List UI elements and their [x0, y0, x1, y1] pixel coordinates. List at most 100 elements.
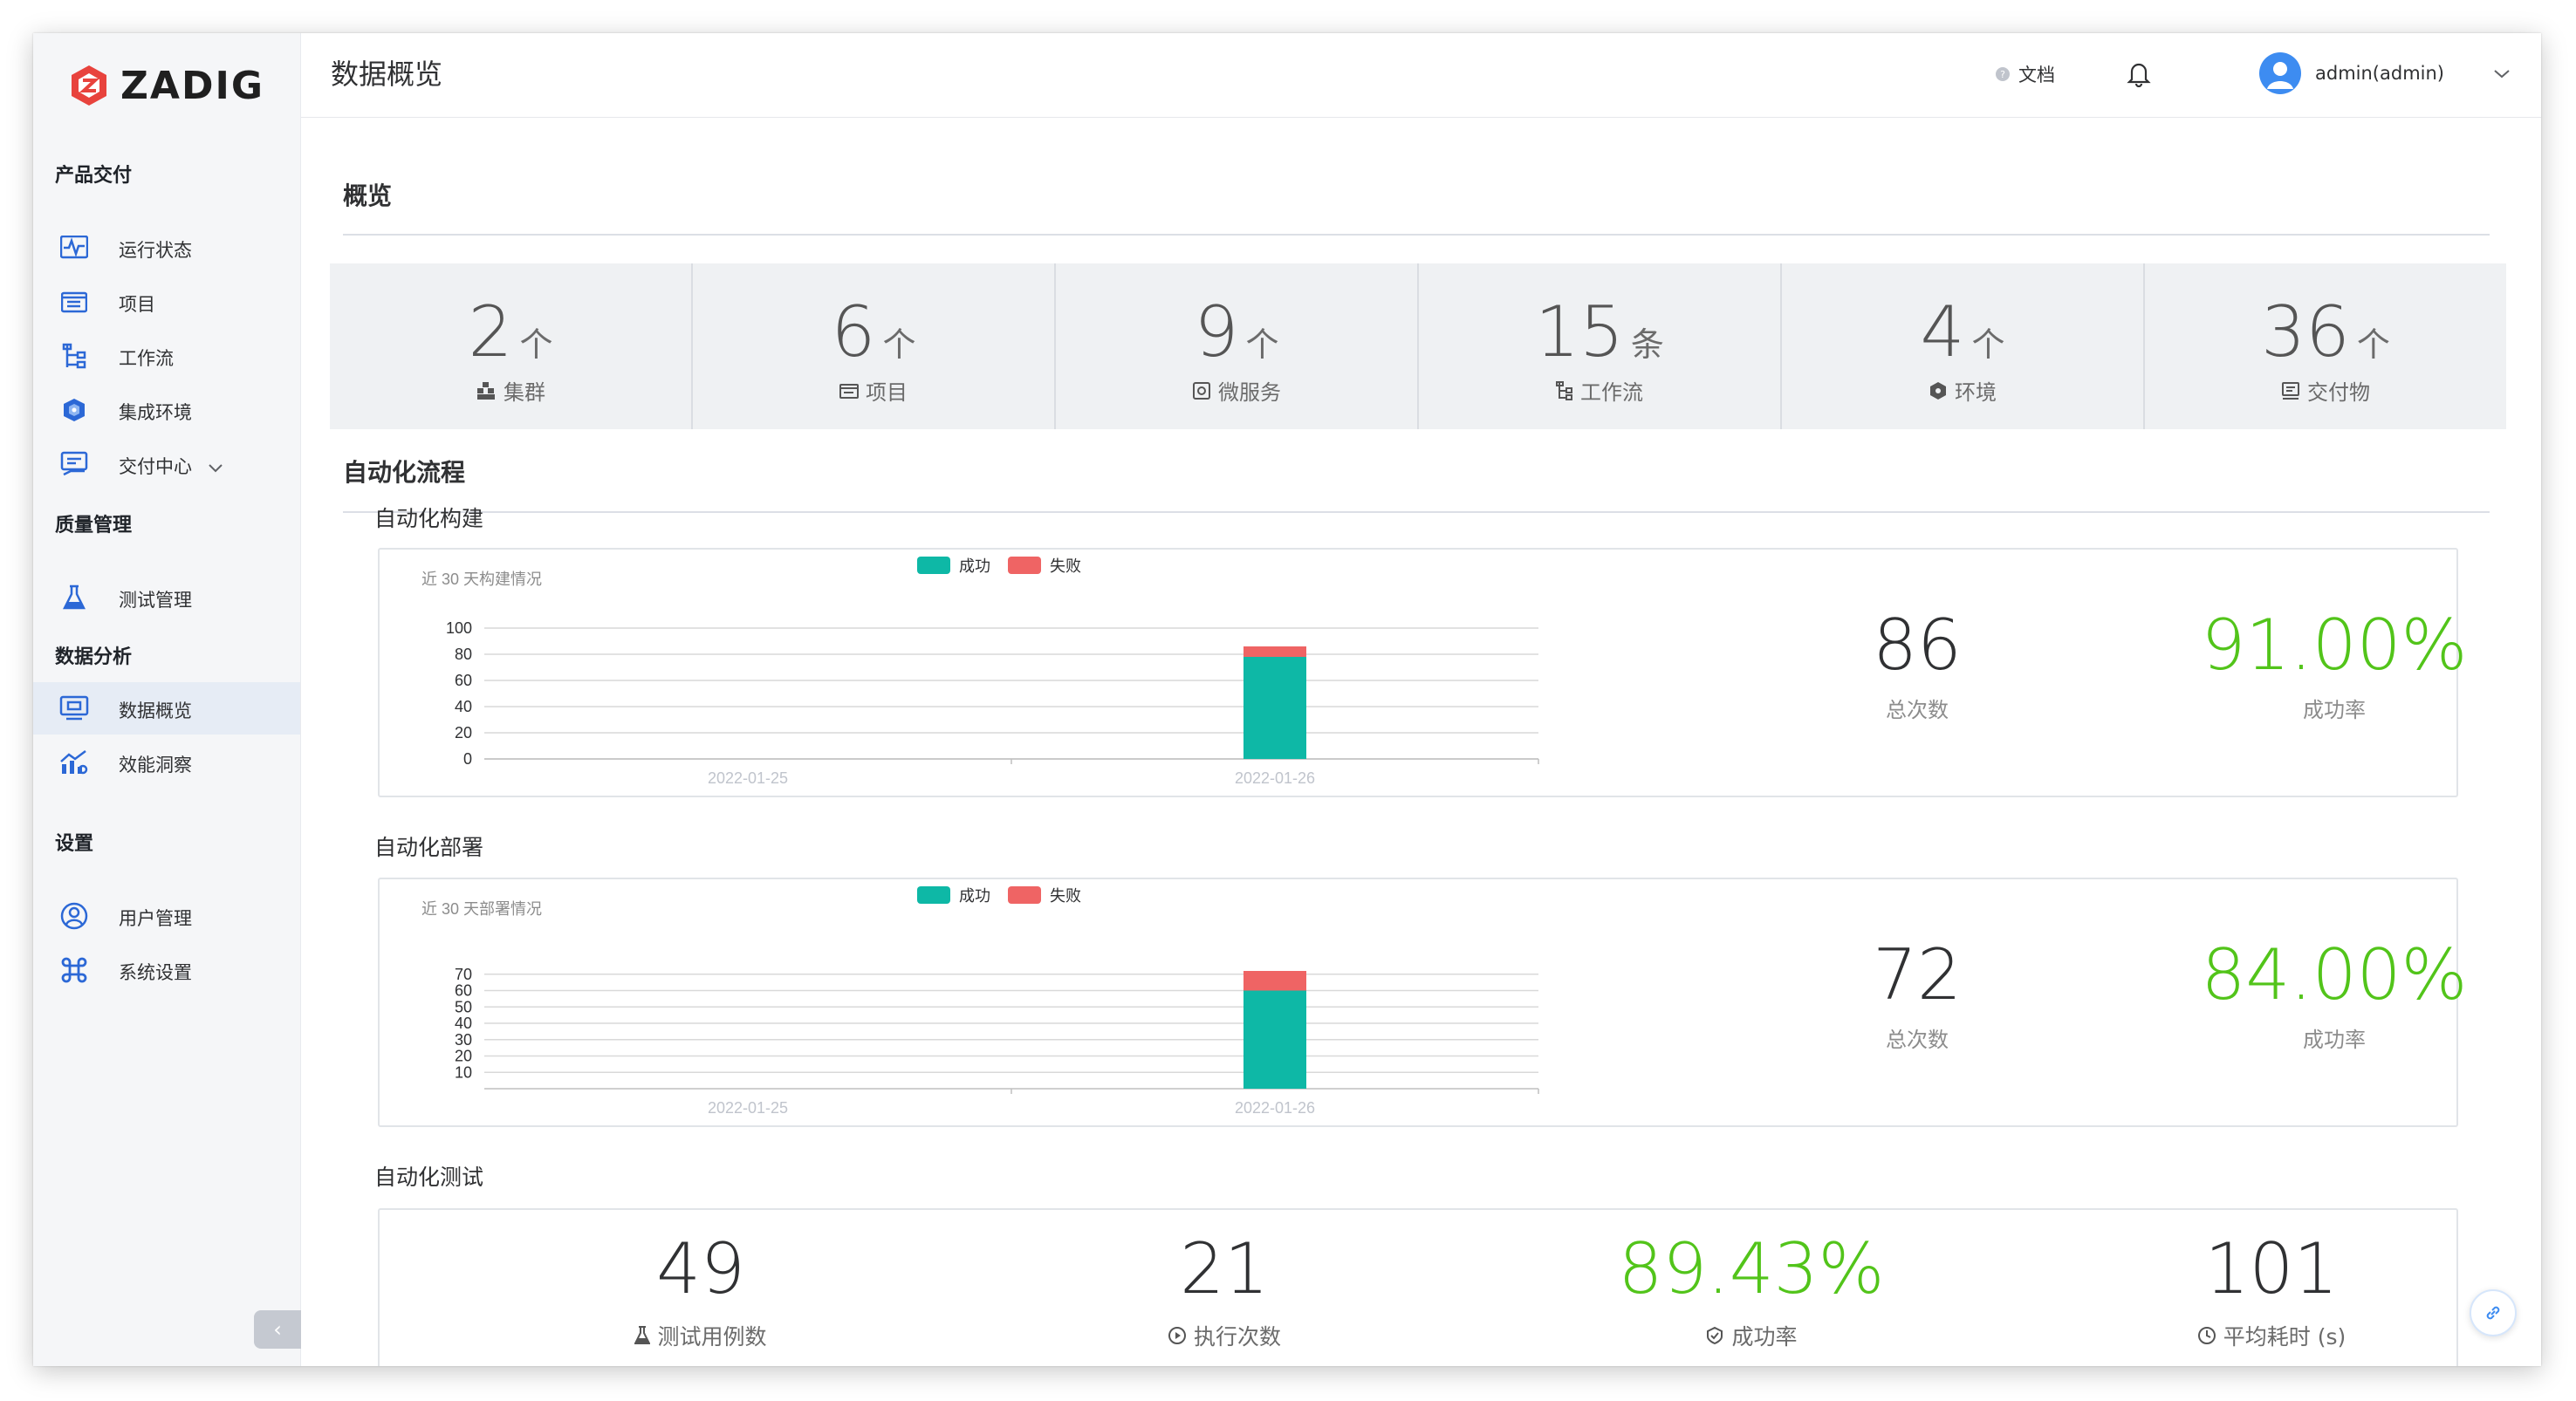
monitor-icon [59, 694, 89, 722]
x-tick-label: 2022-01-25 [708, 1099, 788, 1117]
bar-success [1243, 657, 1306, 759]
bar-failure [1243, 646, 1306, 657]
stat-label: 微服务 [1218, 380, 1281, 405]
sidebar: ZADIG 产品交付 运行状态 项目 工作流 集成环境 交付中心 质量管理 测试… [33, 33, 301, 1366]
deploy-chart: 近 30 天部署情况 成功 失败 10203040506070 2022-01-25 20… [421, 886, 1539, 1117]
main-content: 概览 2个 集群 6个 项目 9个 微服务 15 条 工作流 4 个 环境 36… [301, 118, 2541, 1366]
y-tick-label: 10 [455, 1063, 472, 1081]
deploy-total-kpi: 72 总次数 [1743, 940, 2092, 1053]
stat-unit: 个 [519, 325, 553, 364]
divider [343, 511, 2490, 513]
sidebar-item-workflow[interactable]: 工作流 [33, 330, 300, 382]
user-icon [59, 902, 89, 930]
chevron-down-icon [2493, 63, 2511, 84]
cluster-icon [477, 381, 495, 400]
stat-workflows[interactable]: 15 条 工作流 [1419, 263, 1782, 429]
nav-group-settings: 设置 [55, 833, 94, 855]
y-tick-label: 20 [455, 1048, 472, 1065]
chevron-left-icon: ‹ [273, 1317, 282, 1342]
test-avg-duration-kpi: 101 平均耗时 (s) [2088, 1234, 2455, 1351]
user-name: admin(admin) [2315, 63, 2444, 84]
sidebar-item-label: 系统设置 [119, 962, 192, 983]
stat-value: 6 [831, 291, 876, 372]
x-tick-label: 2022-01-26 [1235, 1099, 1315, 1117]
bell-icon[interactable] [2127, 59, 2151, 91]
kpi-label: 成功率 [2303, 1028, 2366, 1052]
stat-services[interactable]: 9个 微服务 [1056, 263, 1419, 429]
sidebar-item-delivery-center[interactable]: 交付中心 [33, 438, 300, 490]
bar-success [1243, 990, 1306, 1089]
stat-value: 36 [2261, 291, 2350, 372]
test-cases-kpi: 49 测试用例数 [517, 1234, 884, 1351]
stat-label: 集群 [504, 380, 545, 405]
kpi-label: 执行次数 [1193, 1324, 1281, 1350]
docs-link[interactable]: ? 文档 [1996, 61, 2055, 87]
sidebar-item-label: 数据概览 [119, 700, 192, 721]
link-float-button[interactable] [2470, 1289, 2517, 1336]
nav-group-quality: 质量管理 [55, 515, 133, 536]
legend-swatch [1008, 886, 1041, 904]
legend-swatch [917, 557, 950, 574]
sidebar-item-insight[interactable]: 效能洞察 [33, 736, 300, 789]
stat-value: 4 [1920, 291, 1965, 372]
delivery-icon [59, 450, 89, 478]
collapse-sidebar-button[interactable]: ‹ [254, 1310, 301, 1349]
artifact-icon [2282, 381, 2299, 400]
user-menu[interactable]: admin(admin) [2259, 52, 2511, 94]
kpi-value: 72 [1873, 934, 1962, 1015]
cube-icon [59, 396, 89, 424]
docs-label: 文档 [2018, 65, 2055, 85]
build-chart: 近 30 天构建情况 成功 失败 0 20 40 60 80 100 2022-01-25 2022… [421, 557, 1539, 787]
legend-label: 成功 [959, 887, 990, 905]
app-window: ZADIG 产品交付 运行状态 项目 工作流 集成环境 交付中心 质量管理 测试… [33, 33, 2541, 1366]
stat-unit: 个 [2356, 325, 2390, 364]
test-card: 49 测试用例数 21 执行次数 89.43% 成功率 101 平均耗时 (s) [378, 1208, 2458, 1366]
zadig-logo-icon [72, 65, 106, 106]
flask-icon [59, 584, 89, 612]
sidebar-item-system-settings[interactable]: 系统设置 [33, 944, 300, 996]
kpi-label: 总次数 [1886, 698, 1949, 722]
kpi-value: 89.43% [1618, 1228, 1885, 1309]
stat-unit: 个 [1971, 325, 2005, 364]
y-tick-label: 40 [455, 698, 472, 715]
pulse-icon [59, 234, 89, 262]
stat-projects[interactable]: 6个 项目 [693, 263, 1056, 429]
sidebar-item-label: 项目 [119, 294, 155, 315]
chevron-down-icon [208, 457, 223, 478]
overview-title: 概览 [343, 181, 393, 210]
flask-icon [634, 1326, 651, 1344]
stat-label: 环境 [1955, 380, 1997, 405]
stat-artifacts[interactable]: 36 个 交付物 [2145, 263, 2506, 429]
clock-icon [2197, 1327, 2216, 1344]
divider [343, 234, 2490, 236]
y-tick-label: 80 [455, 646, 472, 663]
stat-environments[interactable]: 4个 环境 [1782, 263, 2145, 429]
sidebar-item-label: 交付中心 [119, 456, 192, 477]
kpi-label: 总次数 [1886, 1028, 1949, 1052]
legend-label: 失败 [1050, 887, 1081, 905]
play-circle-icon [1168, 1327, 1186, 1344]
sidebar-item-environment[interactable]: 集成环境 [33, 384, 300, 436]
build-total-kpi: 86 总次数 [1743, 611, 2092, 723]
sidebar-item-running-status[interactable]: 运行状态 [33, 222, 300, 274]
legend-label: 成功 [959, 557, 990, 575]
sidebar-item-label: 用户管理 [119, 908, 192, 929]
x-tick-label: 2022-01-26 [1235, 769, 1315, 787]
deploy-title: 自动化部署 [374, 835, 484, 860]
y-tick-label: 60 [455, 672, 472, 689]
build-rate-kpi: 91.00% 成功率 [2160, 611, 2509, 723]
kpi-label: 测试用例数 [657, 1324, 767, 1350]
sidebar-item-data-overview[interactable]: 数据概览 [33, 682, 300, 735]
kpi-value: 21 [1180, 1228, 1269, 1309]
shield-check-icon [1707, 1326, 1723, 1345]
sidebar-item-test-management[interactable]: 测试管理 [33, 571, 300, 624]
sidebar-item-projects[interactable]: 项目 [33, 276, 300, 328]
sidebar-item-label: 效能洞察 [119, 755, 192, 776]
kpi-value: 49 [656, 1228, 745, 1309]
sidebar-item-label: 工作流 [119, 348, 174, 369]
zadig-logo[interactable]: ZADIG [70, 61, 264, 110]
sidebar-item-user-management[interactable]: 用户管理 [33, 890, 300, 942]
stat-value: 15 [1535, 291, 1624, 372]
stat-clusters[interactable]: 2个 集群 [330, 263, 693, 429]
project-icon [839, 383, 859, 399]
